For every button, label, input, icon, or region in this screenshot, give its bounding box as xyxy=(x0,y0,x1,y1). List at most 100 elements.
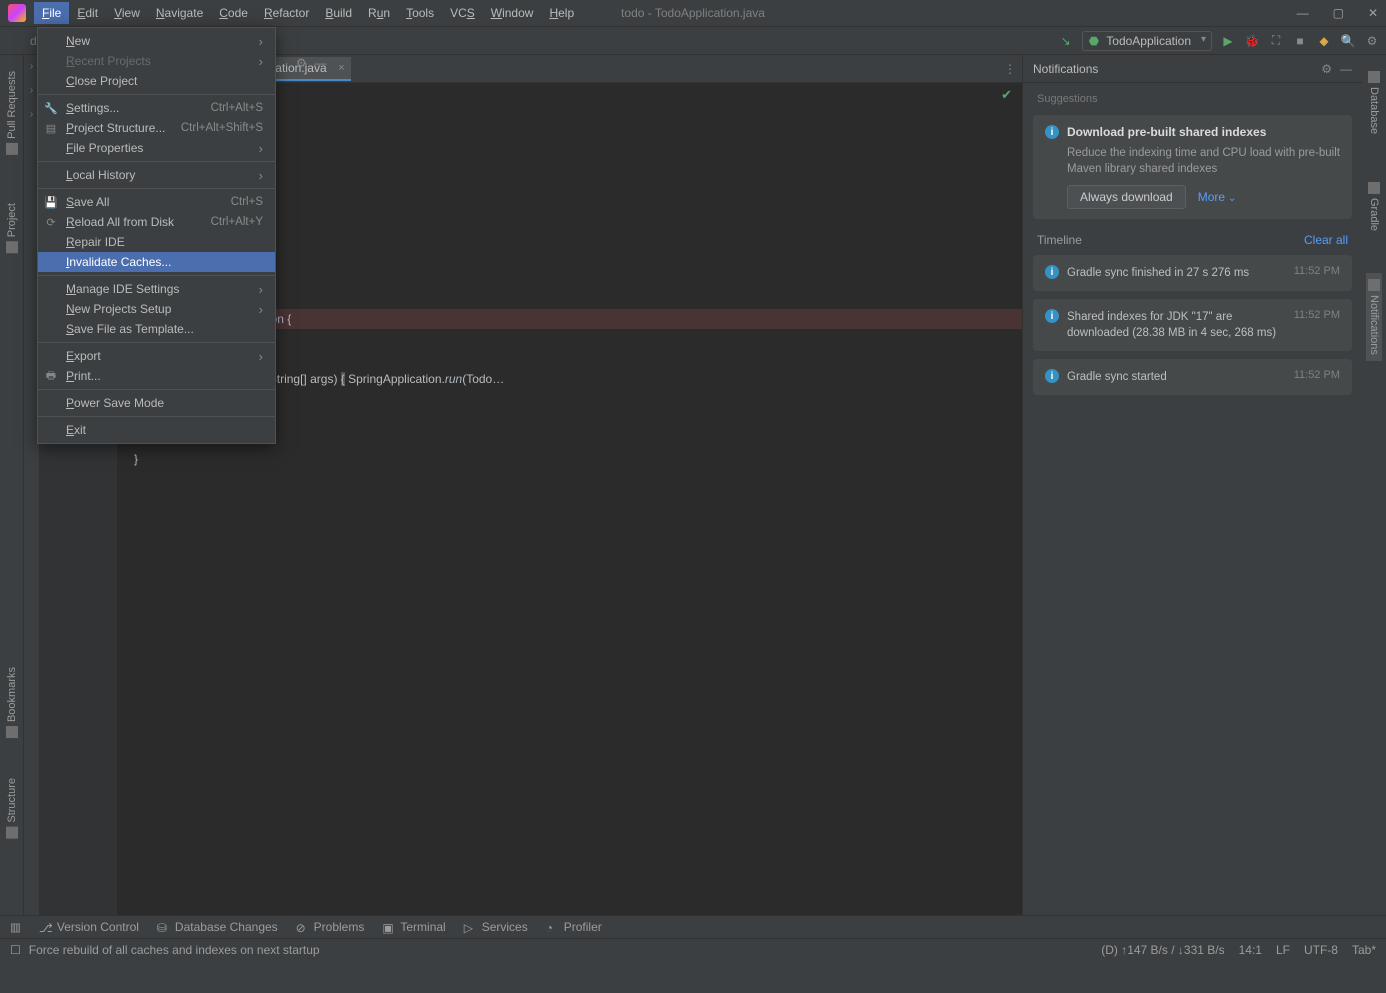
tool-problems[interactable]: ⊘Problems xyxy=(296,920,365,934)
gear-icon[interactable]: ⚙ xyxy=(1364,33,1380,49)
menu-edit[interactable]: Edit xyxy=(69,2,106,24)
notifications-panel: Notifications ⚙ — Suggestions i Download… xyxy=(1022,55,1362,915)
tool-services[interactable]: ▷Services xyxy=(464,920,528,934)
toolwindow-pull-requests[interactable]: Pull Requests xyxy=(4,65,20,161)
status-indent[interactable]: Tab* xyxy=(1352,943,1376,957)
info-icon: i xyxy=(1045,309,1059,323)
menu-item-manage-ide-settings[interactable]: Manage IDE Settings xyxy=(38,279,275,299)
menu-item-close-project[interactable]: Close Project xyxy=(38,71,275,91)
menubar: File Edit View Navigate Code Refactor Bu… xyxy=(0,0,1386,27)
menu-item-file-properties[interactable]: File Properties xyxy=(38,138,275,158)
maximize-icon[interactable]: ▢ xyxy=(1333,6,1344,20)
status-encoding[interactable]: UTF-8 xyxy=(1304,943,1338,957)
menu-refactor[interactable]: Refactor xyxy=(256,2,317,24)
status-bar: ☐ Force rebuild of all caches and indexe… xyxy=(0,938,1386,960)
run-config-select[interactable]: ⬣ TodoApplication xyxy=(1082,31,1212,51)
menu-item-new[interactable]: New xyxy=(38,31,275,51)
menu-item-exit[interactable]: Exit xyxy=(38,420,275,440)
toolwindow-notifications[interactable]: Notifications xyxy=(1366,273,1382,361)
coverage-icon[interactable]: ⛶ xyxy=(1268,33,1284,49)
menu-item-repair-ide[interactable]: Repair IDE xyxy=(38,232,275,252)
menu-item-export[interactable]: Export xyxy=(38,346,275,366)
menu-item-power-save-mode[interactable]: Power Save Mode xyxy=(38,393,275,413)
menu-window[interactable]: Window xyxy=(483,2,542,24)
minimize-icon[interactable]: — xyxy=(1297,6,1309,20)
status-caret[interactable]: 14:1 xyxy=(1239,943,1262,957)
bottom-toolbar: ▥ ⎇Version Control ⛁Database Changes ⊘Pr… xyxy=(0,915,1386,938)
menu-item-save-file-as-template[interactable]: Save File as Template... xyxy=(38,319,275,339)
status-hint: Force rebuild of all caches and indexes … xyxy=(29,943,320,957)
gradle-icon: ⬣ xyxy=(1089,34,1099,48)
menu-item-reload-all-from-disk[interactable]: ⟳Reload All from DiskCtrl+Alt+Y xyxy=(38,212,275,232)
structure-icon: ▤ xyxy=(44,121,58,135)
menu-item-print[interactable]: 🖶Print... xyxy=(38,366,275,386)
tool-database-changes[interactable]: ⛁Database Changes xyxy=(157,920,278,934)
tab-menu-icon[interactable]: ⋮ xyxy=(1004,62,1016,76)
hide-icon[interactable]: — xyxy=(1340,62,1352,76)
menu-item-new-projects-setup[interactable]: New Projects Setup xyxy=(38,299,275,319)
print-icon: 🖶 xyxy=(44,369,58,383)
ide-logo-icon xyxy=(8,4,26,22)
status-line-ending[interactable]: LF xyxy=(1276,943,1290,957)
notifications-title: Notifications xyxy=(1033,62,1313,76)
inspection-ok-icon[interactable]: ✔ xyxy=(1001,87,1012,103)
timeline-item[interactable]: i Gradle sync started 11:52 PM xyxy=(1033,359,1352,395)
tool-version-control[interactable]: ⎇Version Control xyxy=(39,920,139,934)
info-icon: i xyxy=(1045,369,1059,383)
tool-profiler[interactable]: ◔Profiler xyxy=(546,920,602,934)
chevron-right-icon[interactable]: › xyxy=(30,109,33,127)
toolwindow-database[interactable]: Database xyxy=(1366,65,1382,140)
menu-item-project-structure[interactable]: ▤Project Structure...Ctrl+Alt+Shift+S xyxy=(38,118,275,138)
suggestion-card: i Download pre-built shared indexes Redu… xyxy=(1033,115,1352,219)
menu-item-local-history[interactable]: Local History xyxy=(38,165,275,185)
timeline-item[interactable]: i Shared indexes for JDK "17" are downlo… xyxy=(1033,299,1352,351)
toolwindow-project[interactable]: Project xyxy=(4,197,20,259)
menu-run[interactable]: Run xyxy=(360,2,398,24)
menu-item-save-all[interactable]: 💾Save AllCtrl+S xyxy=(38,192,275,212)
left-toolwindow-bar: Pull Requests Project Bookmarks Structur… xyxy=(0,55,24,915)
file-menu-dropdown: NewRecent ProjectsClose Project🔧Settings… xyxy=(37,27,276,444)
menu-tools[interactable]: Tools xyxy=(398,2,442,24)
stop-icon[interactable]: ■ xyxy=(1292,33,1308,49)
toolwindow-gradle[interactable]: Gradle xyxy=(1366,176,1382,237)
more-link[interactable]: More xyxy=(1198,190,1237,204)
timeline-item[interactable]: i Gradle sync finished in 27 s 276 ms 11… xyxy=(1033,255,1352,291)
search-icon[interactable]: 🔍 xyxy=(1340,33,1356,49)
status-icon[interactable]: ☐ xyxy=(10,943,21,957)
close-icon[interactable]: ✕ xyxy=(1368,6,1378,20)
tool-terminal[interactable]: ▣Terminal xyxy=(382,920,445,934)
right-toolwindow-bar: Database Gradle Notifications xyxy=(1362,55,1386,915)
status-network[interactable]: (D) ↑147 B/s / ↓331 B/s xyxy=(1101,943,1224,957)
menu-code[interactable]: Code xyxy=(211,2,256,24)
menu-view[interactable]: View xyxy=(106,2,148,24)
menu-vcs[interactable]: VCS xyxy=(442,2,483,24)
toolwindow-structure[interactable]: Structure xyxy=(4,772,20,845)
menu-build[interactable]: Build xyxy=(317,2,360,24)
gear-icon[interactable]: ⚙ xyxy=(296,56,307,70)
suggestions-header: Suggestions xyxy=(1023,83,1362,111)
hammer-icon[interactable]: ↘ xyxy=(1058,33,1074,49)
code-with-me-icon[interactable]: ◆ xyxy=(1316,33,1332,49)
save-icon: 💾 xyxy=(44,195,58,209)
gear-icon[interactable]: ⚙ xyxy=(1321,62,1332,76)
reload-icon: ⟳ xyxy=(44,215,58,229)
always-download-button[interactable]: Always download xyxy=(1067,185,1186,209)
menu-help[interactable]: Help xyxy=(541,2,582,24)
window-title: todo - TodoApplication.java xyxy=(621,6,765,20)
menu-item-settings[interactable]: 🔧Settings...Ctrl+Alt+S xyxy=(38,98,275,118)
chevron-right-icon[interactable]: › xyxy=(30,61,33,79)
menu-item-invalidate-caches[interactable]: Invalidate Caches... xyxy=(38,252,275,272)
info-icon: i xyxy=(1045,125,1059,139)
bottom-sidebar-toggle[interactable]: ▥ xyxy=(10,920,21,934)
clear-all-link[interactable]: Clear all xyxy=(1304,233,1348,247)
collapse-icon[interactable]: — xyxy=(315,56,327,70)
close-tab-icon[interactable]: × xyxy=(338,62,344,74)
run-icon[interactable]: ▶ xyxy=(1220,33,1236,49)
menu-file[interactable]: File xyxy=(34,2,69,24)
chevron-right-icon[interactable]: › xyxy=(30,85,33,103)
toolwindow-bookmarks[interactable]: Bookmarks xyxy=(4,661,20,744)
timeline-header: Timeline xyxy=(1037,233,1082,247)
debug-icon[interactable]: 🐞 xyxy=(1244,33,1260,49)
menu-navigate[interactable]: Navigate xyxy=(148,2,211,24)
wrench-icon: 🔧 xyxy=(44,101,58,115)
